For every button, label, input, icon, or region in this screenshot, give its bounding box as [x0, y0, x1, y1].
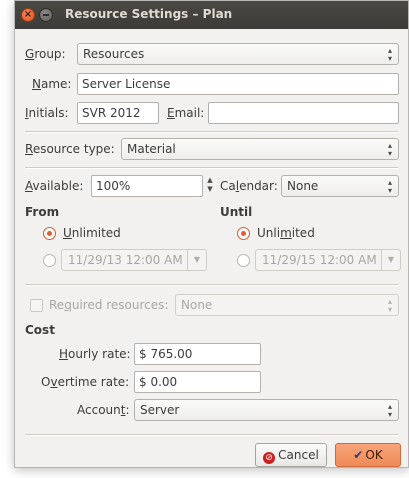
available-spinner-icon[interactable]: ▲ ▼: [204, 175, 216, 197]
initials-label: Initials:: [25, 106, 69, 120]
ok-icon: ✔: [353, 448, 364, 462]
separator: [25, 434, 398, 436]
account-value: Server: [140, 403, 180, 417]
calendar-value: None: [287, 179, 319, 193]
combo-arrows-icon: ▴ ▾: [387, 141, 392, 158]
resource-type-label: Resource type:: [25, 142, 115, 156]
account-label: Account:: [77, 403, 130, 417]
email-label: Email:: [167, 106, 205, 120]
separator: [25, 167, 398, 169]
minimize-window-icon[interactable]: [39, 8, 53, 22]
separator: [25, 284, 398, 286]
resource-type-value: Material: [127, 142, 176, 156]
dropdown-icon: ▼: [187, 250, 206, 270]
ok-button[interactable]: ✔ OK: [335, 443, 401, 467]
resource-settings-dialog: × Resource Settings – Plan Group: Resour…: [14, 0, 409, 468]
until-unlimited-label: Unlimited: [257, 226, 315, 240]
combo-arrows-icon: ▴ ▾: [387, 402, 392, 419]
from-date-radio[interactable]: [43, 254, 56, 267]
window-title: Resource Settings – Plan: [65, 7, 233, 21]
cancel-icon: ⊘: [263, 452, 276, 464]
group-label: Group:: [25, 47, 66, 61]
overtime-rate-field[interactable]: $ 0.00: [134, 371, 261, 393]
name-field[interactable]: Server License: [77, 73, 399, 95]
account-combo[interactable]: Server ▴ ▾: [134, 399, 399, 421]
hourly-rate-label: Hourly rate:: [59, 347, 131, 361]
until-datetime-value: 11/29/15 12:00 AM: [262, 253, 377, 267]
required-resources-label: Required resources:: [49, 298, 169, 312]
cancel-button[interactable]: ⊘ Cancel: [255, 443, 327, 467]
required-resources-combo[interactable]: None ▴ ▾: [175, 294, 399, 316]
available-field[interactable]: 100%: [91, 175, 203, 197]
until-date-radio[interactable]: [237, 254, 250, 267]
dropdown-icon: ▼: [381, 250, 400, 270]
email-field[interactable]: [208, 102, 399, 124]
calendar-combo[interactable]: None ▴ ▾: [281, 175, 399, 197]
cost-heading: Cost: [25, 323, 55, 337]
resource-type-combo[interactable]: Material ▴ ▾: [121, 138, 399, 160]
calendar-label: Calendar:: [220, 179, 278, 193]
close-window-icon[interactable]: ×: [21, 8, 35, 22]
overtime-rate-label: Overtime rate:: [41, 375, 130, 389]
until-unlimited-radio[interactable]: [237, 227, 250, 240]
initials-field[interactable]: SVR 2012: [77, 102, 159, 124]
combo-arrows-icon: ▴ ▾: [387, 46, 392, 63]
from-datetime-value: 11/29/13 12:00 AM: [68, 253, 183, 267]
combo-arrows-icon: ▴ ▾: [387, 297, 392, 314]
required-resources-value: None: [181, 298, 213, 312]
until-datetime-field[interactable]: 11/29/15 12:00 AM ▼: [255, 249, 401, 271]
required-resources-checkbox[interactable]: [30, 299, 43, 312]
from-unlimited-radio[interactable]: [43, 227, 56, 240]
name-label: Name:: [32, 77, 72, 91]
group-value: Resources: [83, 47, 145, 61]
from-heading: From: [25, 205, 60, 219]
until-heading: Until: [220, 205, 253, 219]
separator: [25, 131, 398, 133]
from-datetime-field[interactable]: 11/29/13 12:00 AM ▼: [61, 249, 207, 271]
title-bar: × Resource Settings – Plan: [15, 1, 408, 29]
combo-arrows-icon: ▴ ▾: [387, 178, 392, 195]
available-label: Available:: [25, 179, 84, 193]
group-combo[interactable]: Resources ▴ ▾: [77, 43, 399, 65]
hourly-rate-field[interactable]: $ 765.00: [134, 343, 261, 365]
from-unlimited-label: Unlimited: [63, 226, 121, 240]
